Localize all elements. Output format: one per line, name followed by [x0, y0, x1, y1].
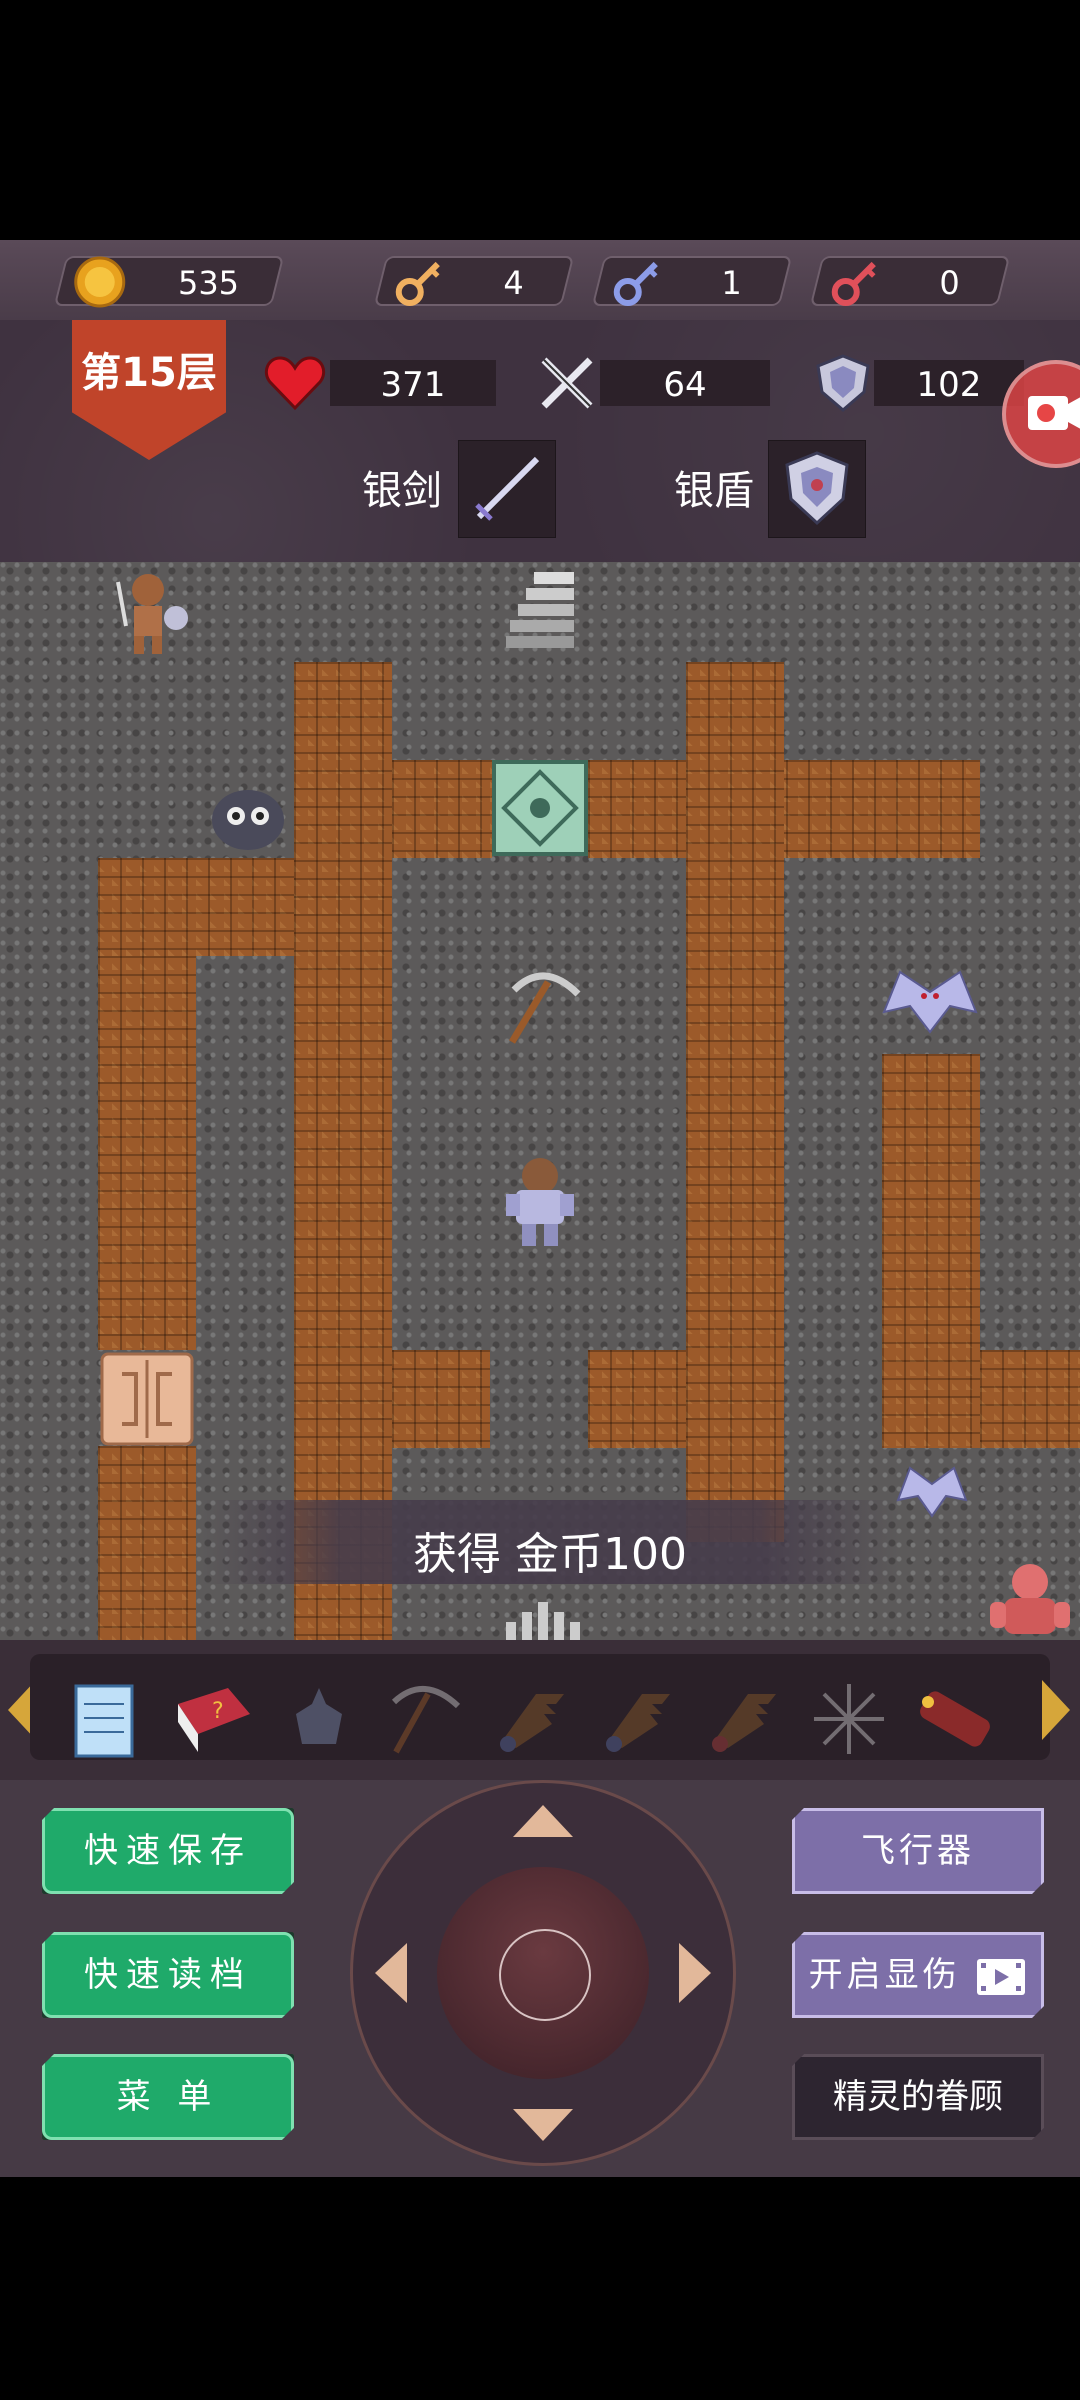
red-key-icon [831, 261, 876, 306]
show-damage-button[interactable]: 开启显伤 [792, 1932, 1044, 2018]
fly-down-icon[interactable] [592, 1674, 682, 1764]
flyer-button[interactable]: 飞行器 [792, 1808, 1044, 1894]
hp-field: 371 [330, 360, 496, 406]
svg-text:?: ? [212, 1699, 224, 1724]
armor-label: 银盾 [674, 468, 754, 514]
wall [98, 956, 196, 1350]
direction-pad[interactable] [350, 1780, 736, 2166]
armor-slot [768, 440, 866, 538]
camera-icon [1028, 396, 1080, 430]
gold-coin-icon [74, 256, 126, 308]
monster-book-icon[interactable]: ? [168, 1674, 258, 1764]
crossed-swords-icon [541, 357, 593, 409]
red-key-value: 0 [939, 264, 960, 302]
floor-badge: 第15层 [72, 320, 226, 460]
wall [588, 1350, 686, 1448]
heart-icon [264, 356, 326, 411]
hp-value: 371 [380, 365, 446, 405]
item-strip: ? [30, 1654, 1050, 1760]
wall [686, 662, 784, 1542]
pickaxe-item-icon[interactable] [494, 960, 590, 1056]
silver-sword-icon [475, 456, 540, 521]
gold-value: 535 [177, 264, 240, 302]
fairy-blessing-button[interactable]: 精灵的眷顾 [792, 2054, 1044, 2140]
red-key-counter: 0 [809, 256, 1011, 306]
menu-button[interactable]: 菜 单 [42, 2054, 294, 2140]
video-icon [975, 1957, 1027, 1997]
weapon-label: 银剑 [362, 468, 442, 514]
quick-save-button[interactable]: 快速保存 [42, 1808, 294, 1894]
item-bar: ? [0, 1640, 1080, 1780]
blue-key-value: 1 [721, 264, 742, 302]
hero-player[interactable] [490, 1152, 590, 1252]
skeleton-soldier-monster[interactable] [100, 562, 196, 658]
defense-value: 102 [916, 365, 982, 405]
dpad-center[interactable] [499, 1929, 591, 2021]
yellow-key-value: 4 [503, 264, 524, 302]
fly-up-icon[interactable] [486, 1674, 576, 1764]
snowflake-icon[interactable] [804, 1674, 894, 1764]
control-panel: 快速保存 快速读档 菜 单 飞行器 开启显伤 精灵的眷顾 [0, 1780, 1080, 2177]
attack-value: 64 [663, 365, 707, 405]
wall [980, 1350, 1080, 1448]
silver-shield-icon [785, 451, 849, 526]
resource-bar: 535 4 1 0 [0, 240, 1080, 323]
wall [392, 760, 492, 858]
quick-load-button[interactable]: 快速读档 [42, 1932, 294, 2018]
message-toast: 获得 金币100 [200, 1500, 900, 1584]
fly-wing-icon[interactable] [698, 1674, 788, 1764]
attack-field: 64 [600, 360, 770, 406]
defense-field: 102 [874, 360, 1024, 406]
magic-door-icon[interactable] [490, 758, 590, 858]
wall [882, 1054, 980, 1448]
game-screen: 535 4 1 0 第15层 371 64 102 银剑 银盾 获得 金币100… [0, 240, 1080, 2177]
bomb-icon[interactable] [910, 1674, 1000, 1764]
notepad-icon[interactable] [60, 1674, 150, 1764]
wall [98, 1446, 196, 1642]
item-scroll-right-icon[interactable] [1042, 1680, 1070, 1740]
red-guard-monster[interactable] [980, 1552, 1080, 1652]
arrow-up-icon[interactable] [513, 1805, 573, 1837]
blue-key-icon [613, 261, 658, 306]
wall [588, 760, 980, 858]
stairs-up-icon[interactable] [494, 562, 590, 658]
blue-key-counter: 1 [591, 256, 793, 306]
yellow-key-counter: 4 [373, 256, 575, 306]
arrow-down-icon[interactable] [513, 2109, 573, 2141]
yellow-door-icon[interactable] [98, 1350, 196, 1448]
floor-label: 第15层 [81, 350, 217, 396]
arrow-left-icon[interactable] [375, 1943, 407, 2003]
slime-monster[interactable] [200, 776, 296, 856]
holy-water-icon[interactable] [274, 1674, 364, 1764]
shield-icon [816, 354, 870, 412]
small-bat-monster[interactable] [894, 1462, 970, 1528]
pickaxe-icon[interactable] [380, 1674, 470, 1764]
record-button[interactable] [1002, 360, 1080, 468]
show-damage-label: 开启显伤 [808, 1955, 961, 1995]
arrow-right-icon[interactable] [679, 1943, 711, 2003]
gold-counter: 535 [53, 256, 285, 308]
wall [98, 858, 294, 956]
yellow-key-icon [395, 261, 440, 306]
bat-monster[interactable] [880, 962, 980, 1052]
wall [392, 1350, 490, 1448]
toast-text: 获得 金币100 [413, 1529, 687, 1580]
dpad-knob[interactable] [437, 1867, 649, 2079]
weapon-slot [458, 440, 556, 538]
hero-status-panel: 第15层 371 64 102 银剑 银盾 [0, 320, 1080, 602]
